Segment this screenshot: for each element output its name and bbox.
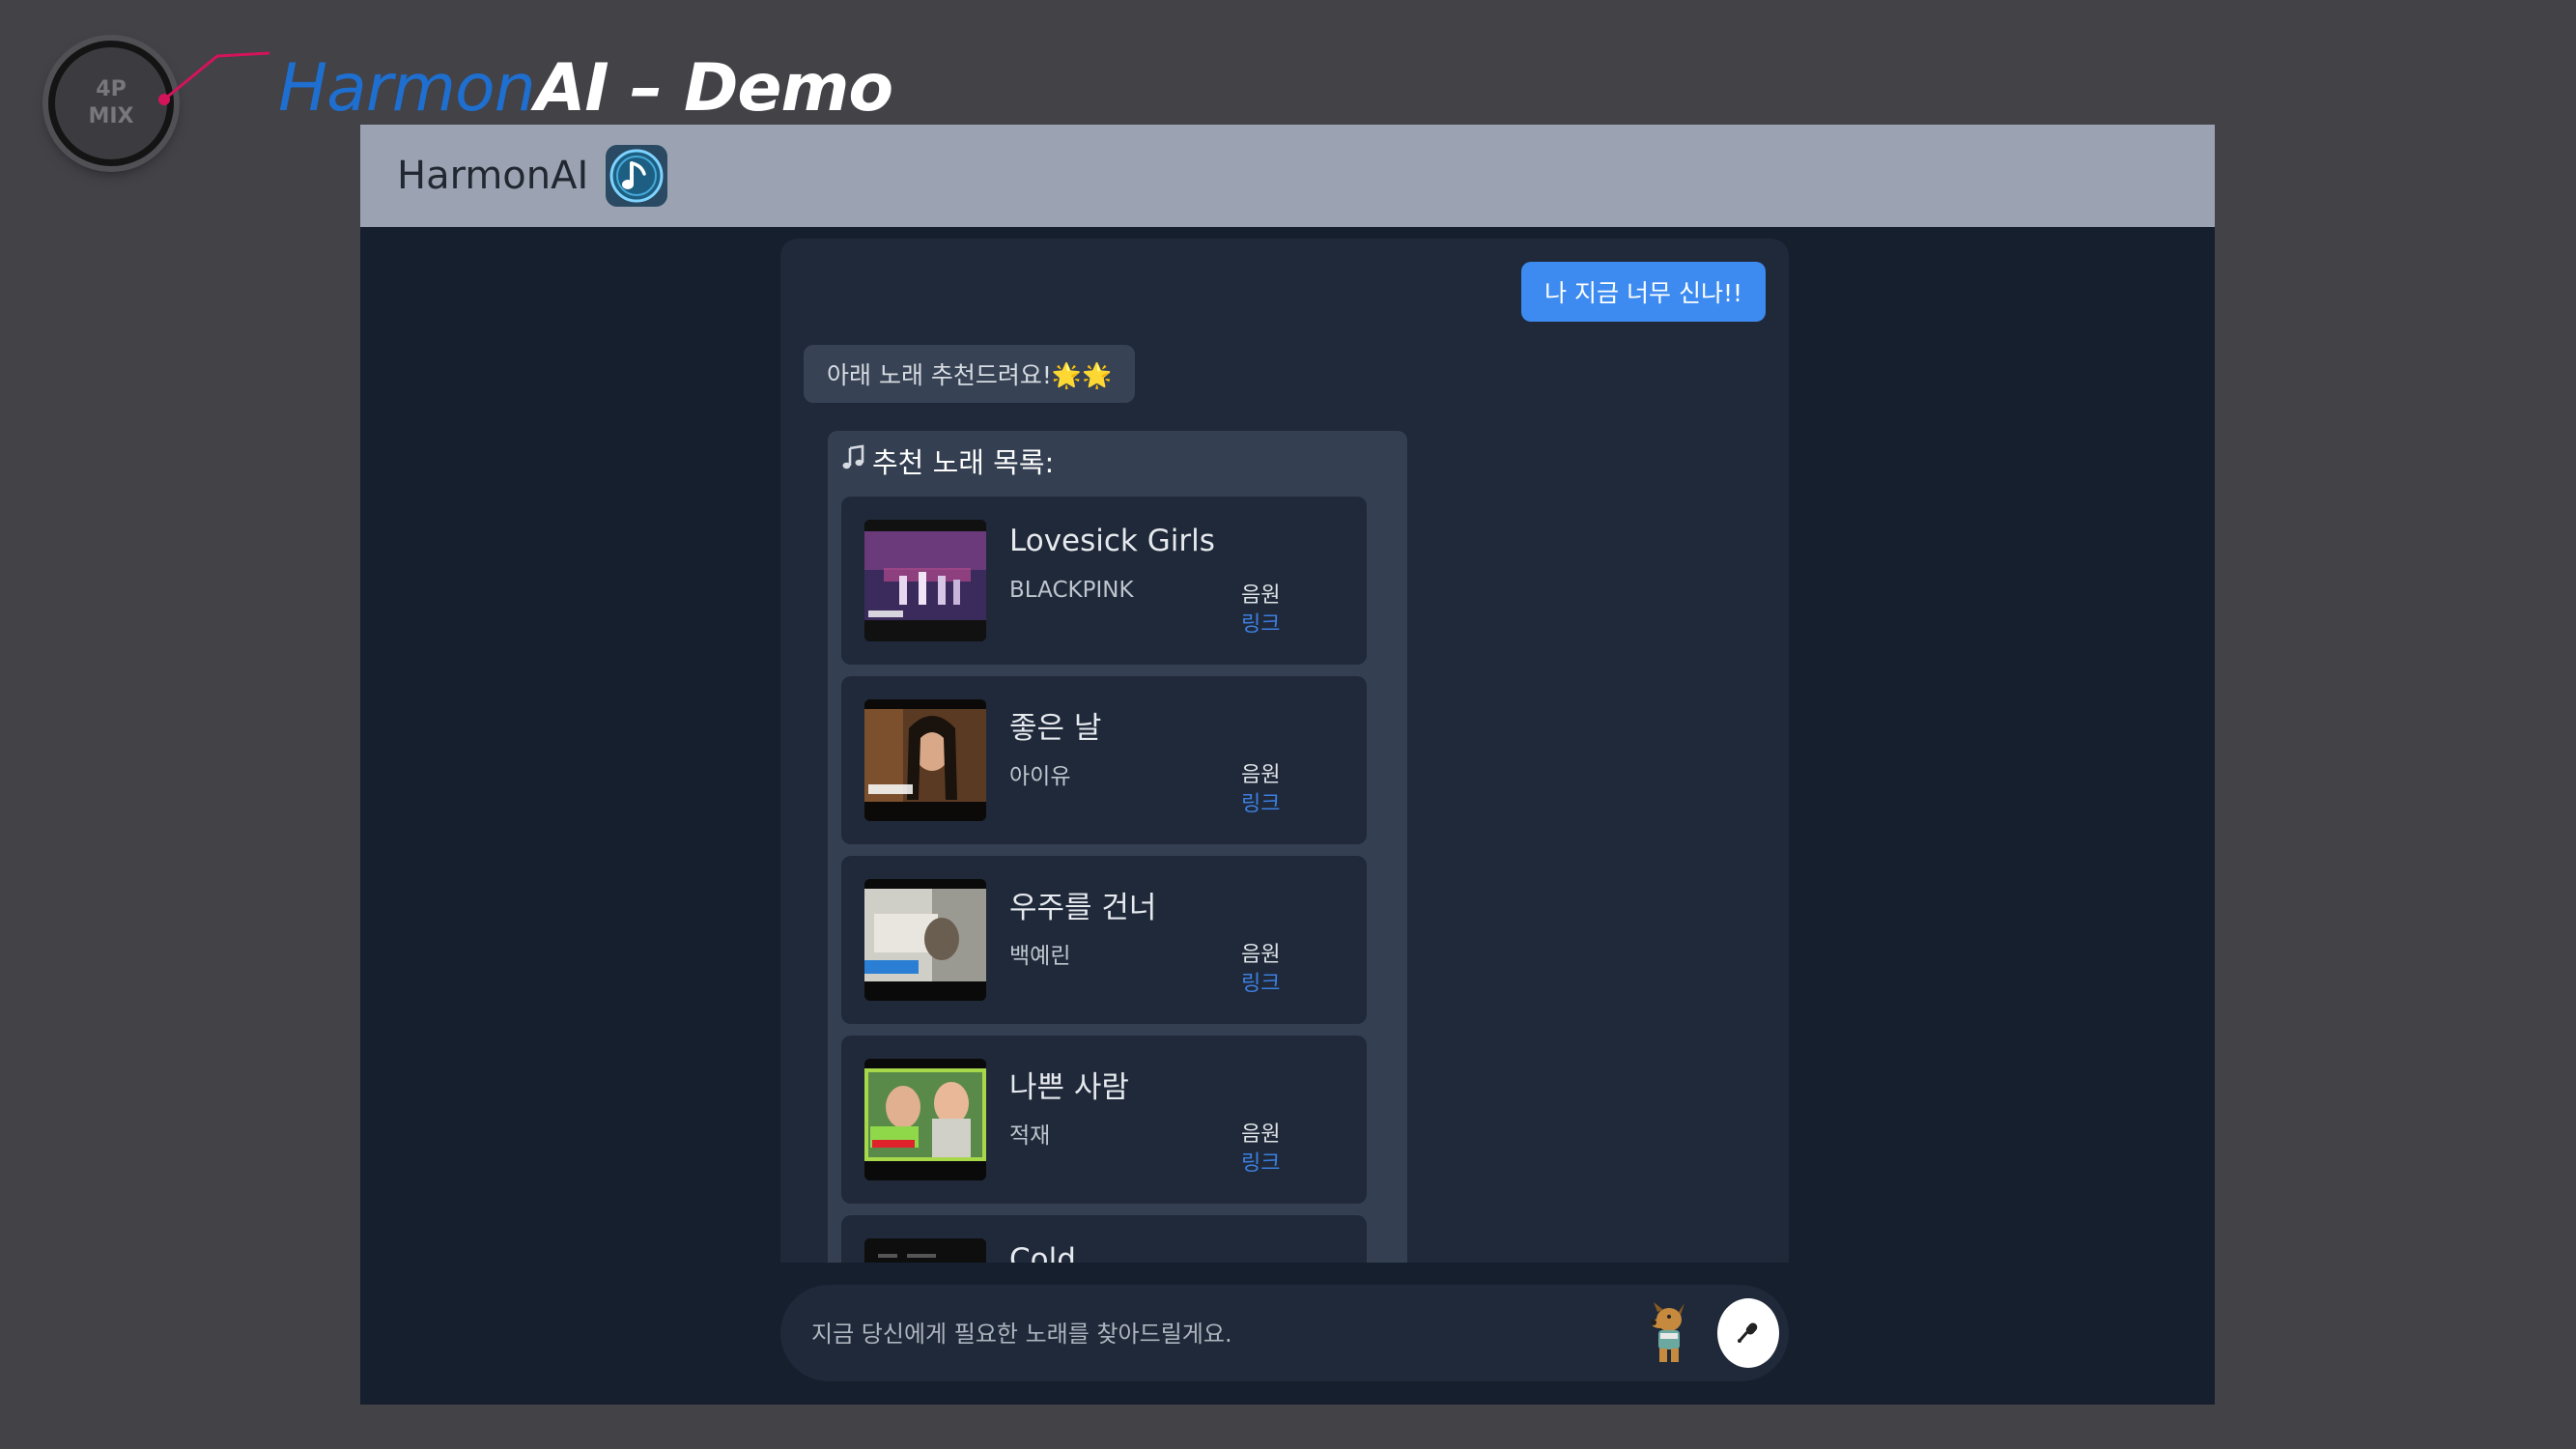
user-message-bubble: 나 지금 너무 신나!! — [1521, 262, 1766, 322]
chat-input-bar — [780, 1285, 1789, 1381]
music-note-icon — [841, 443, 866, 478]
song-thumbnail[interactable] — [864, 699, 986, 821]
slide-title-accent: Harmon — [278, 50, 536, 127]
app-window: HarmonAI 나 지금 너무 신나!! 아래 노래 추천드려요!🌟🌟 추천 … — [360, 125, 2215, 1405]
song-link[interactable]: 링크 — [1241, 786, 1280, 817]
song-title: 우주를 건너 — [1009, 891, 1157, 925]
song-thumbnail[interactable] — [864, 879, 986, 1001]
song-title: Lovesick Girls — [1009, 524, 1215, 558]
app-header: HarmonAI — [360, 125, 2215, 227]
app-name: HarmonAI — [397, 154, 589, 198]
song-card[interactable]: 우주를 건너 백예린 음원 링크 — [841, 856, 1367, 1024]
slide-title-rest: AI – Demo — [534, 50, 893, 127]
recommendation-header: 추천 노래 목록: — [841, 440, 1054, 481]
song-link[interactable]: 링크 — [1241, 966, 1280, 997]
song-link[interactable]: 링크 — [1241, 1146, 1280, 1177]
logo-text-top: 4P — [96, 77, 127, 101]
song-audio-label[interactable]: 음원 — [1241, 937, 1280, 968]
song-artist: 백예린 — [1009, 944, 1071, 969]
recommendation-list: 추천 노래 목록: Lovesick Girls BLACKPINK 음원 링크… — [828, 431, 1407, 1263]
song-audio-label[interactable]: 음원 — [1241, 757, 1280, 788]
song-thumbnail[interactable] — [864, 1059, 986, 1180]
song-thumbnail[interactable] — [864, 1238, 986, 1263]
song-card[interactable]: Lovesick Girls BLACKPINK 음원 링크 — [841, 497, 1367, 665]
song-card[interactable]: 좋은 날 아이유 음원 링크 — [841, 676, 1367, 844]
song-card[interactable]: 나쁜 사람 적재 음원 링크 — [841, 1036, 1367, 1204]
chat-panel[interactable]: 나 지금 너무 신나!! 아래 노래 추천드려요!🌟🌟 추천 노래 목록: Lo… — [780, 239, 1789, 1263]
song-card[interactable]: Cold — [841, 1215, 1367, 1263]
song-link[interactable]: 링크 — [1241, 607, 1280, 638]
song-audio-label[interactable]: 음원 — [1241, 578, 1280, 609]
dog-mascot-icon — [1646, 1302, 1690, 1366]
song-artist: BLACKPINK — [1009, 578, 1134, 603]
song-artist: 아이유 — [1009, 764, 1071, 789]
song-title: 나쁜 사람 — [1009, 1070, 1129, 1105]
song-thumbnail[interactable] — [864, 520, 986, 641]
song-audio-label[interactable]: 음원 — [1241, 1117, 1280, 1148]
music-note-icon — [606, 145, 668, 207]
microphone-icon — [1736, 1320, 1761, 1348]
bot-message-bubble: 아래 노래 추천드려요!🌟🌟 — [804, 345, 1136, 403]
song-title: Cold — [1009, 1242, 1076, 1263]
slide-title: HarmonAI – Demo — [278, 43, 893, 135]
recommendation-header-label: 추천 노래 목록: — [872, 446, 1055, 479]
chat-input[interactable] — [809, 1312, 1663, 1356]
microphone-button[interactable] — [1717, 1298, 1779, 1368]
4pmix-logo: 4P MIX — [48, 41, 174, 166]
logo-text-bottom: MIX — [88, 104, 134, 128]
song-artist: 적재 — [1009, 1123, 1051, 1149]
song-title: 좋은 날 — [1009, 711, 1102, 746]
